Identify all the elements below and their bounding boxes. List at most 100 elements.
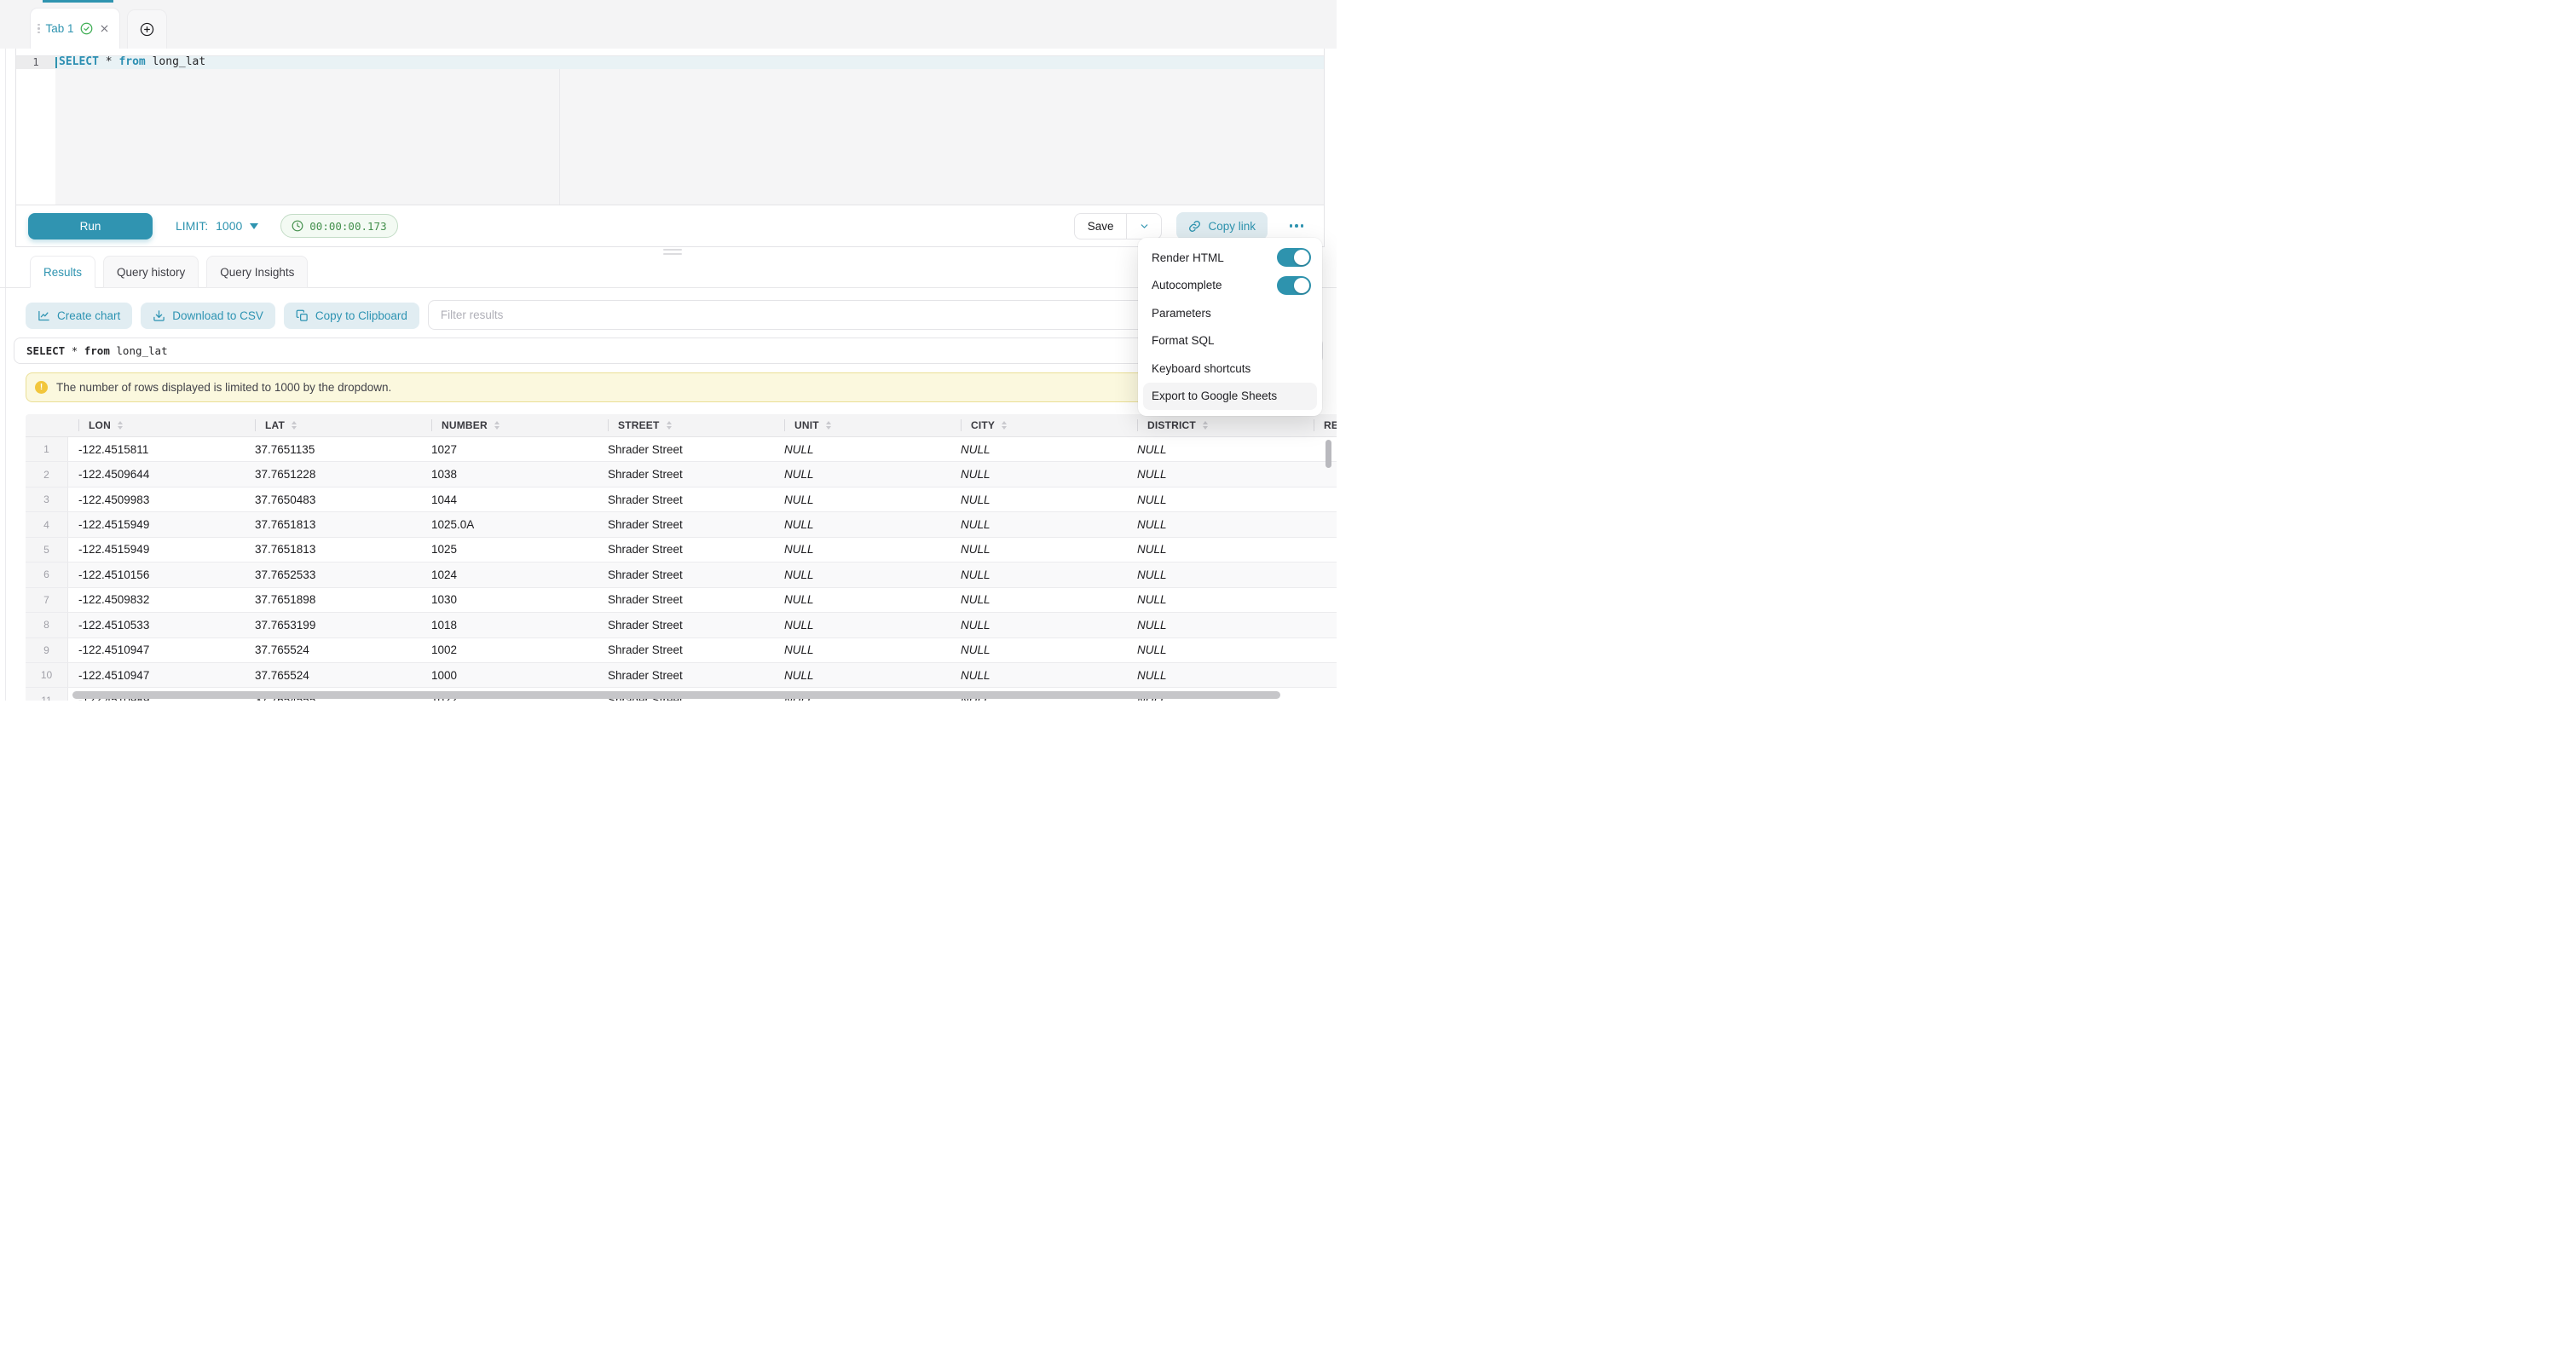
toggle-switch-on[interactable] bbox=[1277, 248, 1311, 267]
cell-unit[interactable]: NULL bbox=[774, 663, 950, 687]
cell-street[interactable]: Shrader Street bbox=[598, 488, 774, 511]
tab-query-history[interactable]: Query history bbox=[103, 256, 199, 288]
cell-district[interactable]: NULL bbox=[1127, 638, 1303, 662]
cell-number[interactable]: 1025.0A bbox=[421, 512, 598, 536]
cell-number[interactable]: 1002 bbox=[421, 638, 598, 662]
cell-number[interactable]: 1027 bbox=[421, 437, 598, 461]
cell-region[interactable] bbox=[1303, 588, 1337, 612]
cell-region[interactable] bbox=[1303, 437, 1337, 461]
cell-unit[interactable]: NULL bbox=[774, 638, 950, 662]
cell-lon[interactable]: -122.4509832 bbox=[68, 588, 245, 612]
create-chart-button[interactable]: Create chart bbox=[26, 303, 132, 329]
tab-results[interactable]: Results bbox=[30, 256, 95, 288]
pane-resize-handle[interactable] bbox=[663, 249, 682, 255]
cell-district[interactable]: NULL bbox=[1127, 562, 1303, 586]
cell-lon[interactable]: -122.4510947 bbox=[68, 663, 245, 687]
column-header-city[interactable]: CITY bbox=[950, 414, 1127, 436]
cell-unit[interactable]: NULL bbox=[774, 437, 950, 461]
cell-region[interactable] bbox=[1303, 613, 1337, 637]
cell-unit[interactable]: NULL bbox=[774, 512, 950, 536]
cell-street[interactable]: Shrader Street bbox=[598, 638, 774, 662]
cell-unit[interactable]: NULL bbox=[774, 562, 950, 586]
menu-item-autocomplete[interactable]: Autocomplete bbox=[1143, 272, 1317, 300]
vertical-scrollbar[interactable] bbox=[1326, 440, 1331, 468]
cell-number[interactable]: 1000 bbox=[421, 663, 598, 687]
tab-query-insights[interactable]: Query Insights bbox=[206, 256, 308, 288]
sort-icon[interactable] bbox=[667, 421, 672, 430]
cell-street[interactable]: Shrader Street bbox=[598, 588, 774, 612]
sort-icon[interactable] bbox=[1002, 421, 1007, 430]
cell-lat[interactable]: 37.765524 bbox=[245, 638, 421, 662]
tab-drag-handle-icon[interactable] bbox=[38, 24, 40, 34]
sort-icon[interactable] bbox=[826, 421, 831, 430]
cell-lat[interactable]: 37.7651898 bbox=[245, 588, 421, 612]
menu-item-render-html[interactable]: Render HTML bbox=[1143, 244, 1317, 272]
cell-lon[interactable]: -122.4509644 bbox=[68, 462, 245, 486]
limit-dropdown[interactable]: LIMIT: 1000 bbox=[176, 219, 258, 233]
cell-street[interactable]: Shrader Street bbox=[598, 512, 774, 536]
sort-icon[interactable] bbox=[494, 421, 500, 430]
sort-icon[interactable] bbox=[1203, 421, 1208, 430]
cell-street[interactable]: Shrader Street bbox=[598, 437, 774, 461]
table-row[interactable]: 6-122.451015637.76525331024Shrader Stree… bbox=[26, 562, 1337, 587]
save-button[interactable]: Save bbox=[1075, 214, 1127, 239]
cell-street[interactable]: Shrader Street bbox=[598, 562, 774, 586]
editor-line-1[interactable]: 1 SELECT * from long_lat bbox=[16, 56, 1324, 69]
cell-city[interactable]: NULL bbox=[950, 488, 1127, 511]
cell-number[interactable]: 1044 bbox=[421, 488, 598, 511]
editor-tab-1[interactable]: Tab 1 bbox=[30, 8, 120, 49]
cell-unit[interactable]: NULL bbox=[774, 538, 950, 562]
cell-unit[interactable]: NULL bbox=[774, 588, 950, 612]
menu-item-export-to-google-sheets[interactable]: Export to Google Sheets bbox=[1143, 383, 1317, 411]
cell-lat[interactable]: 37.7653199 bbox=[245, 613, 421, 637]
horizontal-scrollbar[interactable] bbox=[72, 691, 1280, 699]
cell-unit[interactable]: NULL bbox=[774, 613, 950, 637]
cell-region[interactable] bbox=[1303, 562, 1337, 586]
cell-city[interactable]: NULL bbox=[950, 663, 1127, 687]
table-row[interactable]: 10-122.451094737.7655241000Shrader Stree… bbox=[26, 663, 1337, 688]
new-tab-button[interactable] bbox=[127, 9, 167, 49]
cell-lon[interactable]: -122.4515811 bbox=[68, 437, 245, 461]
cell-lat[interactable]: 37.765524 bbox=[245, 663, 421, 687]
cell-region[interactable] bbox=[1303, 638, 1337, 662]
cell-street[interactable]: Shrader Street bbox=[598, 462, 774, 486]
cell-region[interactable] bbox=[1303, 688, 1337, 701]
column-header-street[interactable]: STREET bbox=[598, 414, 774, 436]
table-row[interactable]: 4-122.451594937.76518131025.0AShrader St… bbox=[26, 512, 1337, 537]
editor-empty-area[interactable] bbox=[16, 69, 1324, 205]
copy-clipboard-button[interactable]: Copy to Clipboard bbox=[284, 303, 419, 329]
menu-item-keyboard-shortcuts[interactable]: Keyboard shortcuts bbox=[1143, 355, 1317, 383]
sort-icon[interactable] bbox=[118, 421, 123, 430]
cell-district[interactable]: NULL bbox=[1127, 663, 1303, 687]
cell-lat[interactable]: 37.7650483 bbox=[245, 488, 421, 511]
cell-lat[interactable]: 37.7651813 bbox=[245, 512, 421, 536]
cell-lon[interactable]: -122.4515949 bbox=[68, 512, 245, 536]
cell-lat[interactable]: 37.7652533 bbox=[245, 562, 421, 586]
column-header-lon[interactable]: LON bbox=[68, 414, 245, 436]
cell-lon[interactable]: -122.4509983 bbox=[68, 488, 245, 511]
cell-region[interactable] bbox=[1303, 488, 1337, 511]
more-options-button[interactable] bbox=[1281, 213, 1312, 239]
cell-number[interactable]: 1038 bbox=[421, 462, 598, 486]
cell-district[interactable]: NULL bbox=[1127, 588, 1303, 612]
cell-street[interactable]: Shrader Street bbox=[598, 538, 774, 562]
table-row[interactable]: 8-122.451053337.76531991018Shrader Stree… bbox=[26, 613, 1337, 638]
cell-city[interactable]: NULL bbox=[950, 638, 1127, 662]
cell-lon[interactable]: -122.4515949 bbox=[68, 538, 245, 562]
cell-district[interactable]: NULL bbox=[1127, 462, 1303, 486]
run-button[interactable]: Run bbox=[28, 213, 153, 239]
cell-city[interactable]: NULL bbox=[950, 462, 1127, 486]
cell-district[interactable]: NULL bbox=[1127, 437, 1303, 461]
cell-unit[interactable]: NULL bbox=[774, 488, 950, 511]
toggle-switch-on[interactable] bbox=[1277, 276, 1311, 295]
tab-close-icon[interactable] bbox=[99, 23, 110, 34]
table-row[interactable]: 1-122.451581137.76511351027Shrader Stree… bbox=[26, 437, 1337, 462]
cell-district[interactable]: NULL bbox=[1127, 488, 1303, 511]
cell-unit[interactable]: NULL bbox=[774, 462, 950, 486]
table-row[interactable]: 9-122.451094737.7655241002Shrader Street… bbox=[26, 638, 1337, 663]
save-options-button[interactable] bbox=[1126, 214, 1161, 239]
column-header-region[interactable]: REGION bbox=[1303, 414, 1337, 436]
cell-city[interactable]: NULL bbox=[950, 437, 1127, 461]
download-csv-button[interactable]: Download to CSV bbox=[141, 303, 275, 329]
cell-district[interactable]: NULL bbox=[1127, 613, 1303, 637]
